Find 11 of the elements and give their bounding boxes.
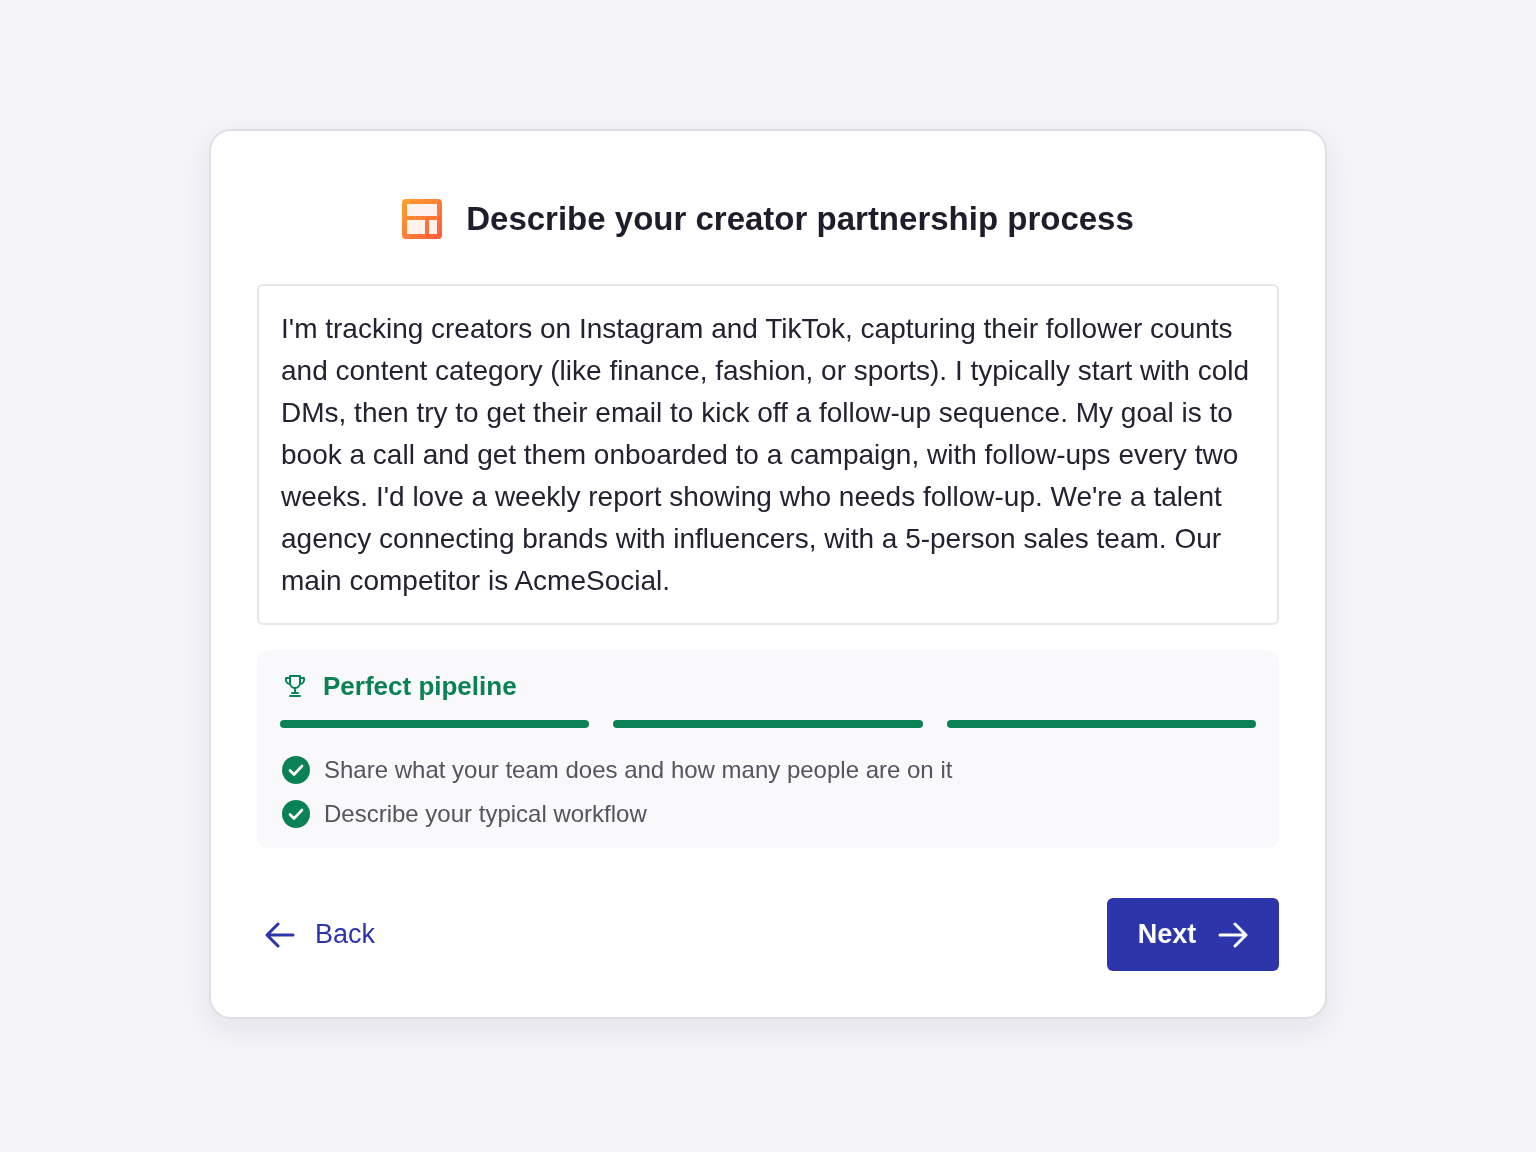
layout-icon — [402, 199, 443, 239]
arrow-right-icon — [1218, 921, 1249, 948]
checklist-item: Describe your typical workflow — [324, 799, 647, 829]
next-button[interactable]: Next — [1107, 898, 1279, 971]
arrow-left-icon — [265, 921, 295, 948]
form-title: Describe your creator partnership process — [466, 199, 1134, 239]
description-field[interactable]: I'm tracking creators on Instagram and TikTok, capturing their follower counts and content category (like finance, fashion, or sports). I typically start with cold DMs, then try to get their email to kick off a follow-up sequence. My goal is to book a call and get them onboarded to a campaign, with follow-ups every two weeks. I'd love a weekly report showing who needs follow-up. We're a talent agency connecting brands with influencers, with a 5-person sales team. Our main competitor is AcmeSocial. — [257, 284, 1279, 625]
back-button[interactable]: Back — [257, 909, 376, 960]
feedback-title: Perfect pipeline — [323, 670, 517, 703]
checklist-item: Share what your team does and how many people are on it — [324, 755, 953, 785]
trophy-icon — [283, 674, 307, 698]
